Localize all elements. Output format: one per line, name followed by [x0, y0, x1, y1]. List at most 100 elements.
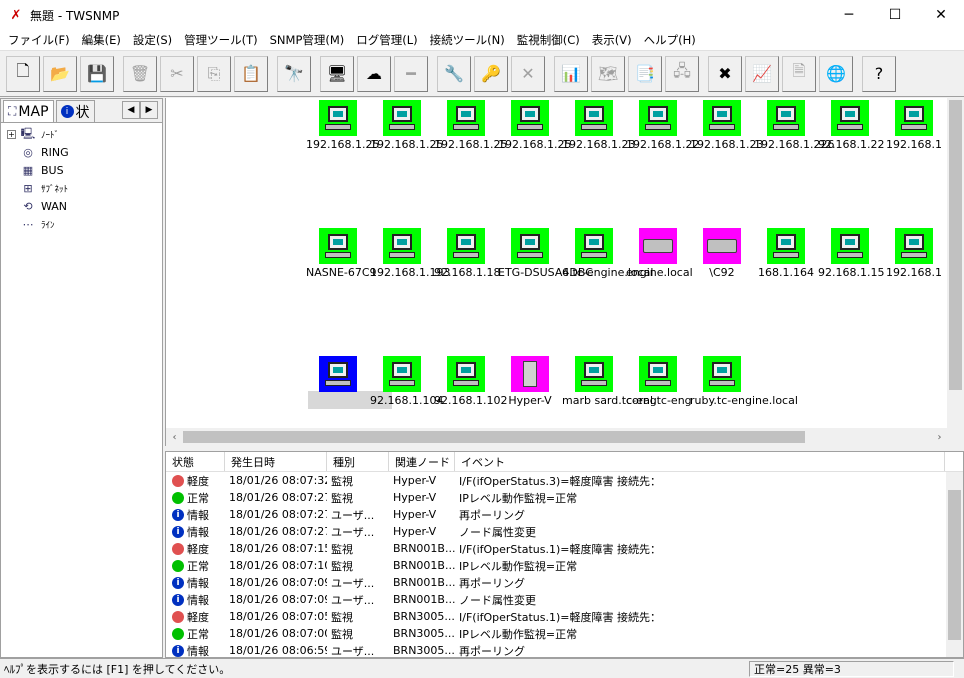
log-row[interactable]: i 情報 18/01/26 08:07:27 ユーザ... Hyper-V 再ポーリング	[166, 506, 963, 523]
toolbar-button-22[interactable]: ?	[862, 55, 896, 92]
toolbar-button-5[interactable]: ⎘	[197, 55, 231, 92]
menu-item-7[interactable]: 監視制御(C)	[511, 32, 586, 48]
tab-right-arrow-icon[interactable]: ▶	[140, 101, 158, 119]
map-node[interactable]: NASNE-67C9	[306, 228, 377, 279]
log-row[interactable]: 正常 18/01/26 08:07:10 監視 BRN001B... IPレベル動作監視…	[166, 557, 963, 574]
close-button[interactable]: ✕	[918, 0, 964, 30]
toolbar-button-13[interactable]: ✕	[511, 55, 545, 92]
toolbar-button-10[interactable]: ━	[394, 55, 428, 92]
toolbar-button-18[interactable]: ✖	[708, 55, 742, 92]
tree-item-2[interactable]: ▦ BUS	[7, 161, 162, 179]
toolbar-button-3[interactable]: 🗑	[123, 55, 157, 92]
map-node[interactable]: 92.168.1.18	[434, 228, 500, 279]
tree-item-1[interactable]: ◎ RING	[7, 143, 162, 161]
log-column-header[interactable]: 発生日時	[225, 452, 327, 471]
map-horizontal-scrollbar[interactable]: ‹ ›	[166, 428, 964, 446]
tree-item-0[interactable]: + 🖳 ﾉｰﾄﾞ	[7, 125, 162, 143]
tab-map[interactable]: ⛶ MAP	[3, 100, 54, 122]
map-horizontal-scroll-thumb[interactable]	[183, 431, 805, 443]
menu-item-9[interactable]: ヘルプ(H)	[638, 32, 702, 48]
log-row[interactable]: i 情報 18/01/26 08:06:59 ユーザ... BRN3005... 再ポーリ…	[166, 642, 963, 657]
map-node[interactable]: 192.168.1.23	[690, 100, 763, 151]
map-node[interactable]: 192.168.1.25	[370, 100, 443, 151]
tab-left-arrow-icon[interactable]: ◀	[122, 101, 140, 119]
menu-item-1[interactable]: 編集(E)	[76, 32, 127, 48]
toolbar-button-8[interactable]: 🖥	[320, 55, 354, 92]
toolbar-button-11[interactable]: 🔧	[437, 55, 471, 92]
log-row[interactable]: 軽度 18/01/26 08:07:15 監視 BRN001B... I/F(ifOpe…	[166, 540, 963, 557]
toolbar-button-7[interactable]: 🔭	[277, 55, 311, 92]
toolbar-button-19[interactable]: 📈	[745, 55, 779, 92]
map-node[interactable]: 192.168.1.226	[754, 100, 834, 151]
map-node[interactable]: 192.168.1.25	[498, 100, 571, 151]
toolbar-button-4[interactable]: ✂	[160, 55, 194, 92]
toolbar-button-0[interactable]: 🗋	[6, 55, 40, 92]
tab-status[interactable]: i 状	[55, 100, 95, 122]
toolbar-button-21[interactable]: 🌐	[819, 55, 853, 92]
log-column-header[interactable]: 状態	[166, 452, 225, 471]
menu-item-3[interactable]: 管理ツール(T)	[178, 32, 264, 48]
log-column-header[interactable]: 種別	[327, 452, 389, 471]
log-vertical-scroll-thumb[interactable]	[948, 490, 961, 640]
toolbar-button-6[interactable]: 📋	[234, 55, 268, 92]
menu-item-6[interactable]: 接続ツール(N)	[424, 32, 511, 48]
toolbar-button-16[interactable]: 📑	[628, 55, 662, 92]
tree-item-5[interactable]: ⋯ ﾗｲﾝ	[7, 215, 162, 233]
map-node[interactable]: 192.168.1.22	[626, 100, 699, 151]
toolbar-button-12[interactable]: 🔑	[474, 55, 508, 92]
map-node[interactable]: 192.168.1.23	[562, 100, 635, 151]
map-node[interactable]: 192.168.1	[882, 228, 946, 279]
log-vertical-scrollbar[interactable]	[946, 472, 963, 657]
map-node[interactable]: \C92	[690, 228, 754, 279]
toolbar-button-9[interactable]: ☁	[357, 55, 391, 92]
map-node[interactable]: Hyper-V	[498, 356, 562, 407]
log-column-header[interactable]: 関連ノード	[389, 452, 455, 471]
log-row[interactable]: i 情報 18/01/26 08:07:09 ユーザ... BRN001B... 再ポーリ…	[166, 574, 963, 591]
log-row[interactable]: 正常 18/01/26 08:07:27 監視 Hyper-V IPレベル動作監視=正常	[166, 489, 963, 506]
map-vertical-scroll-thumb[interactable]	[949, 100, 962, 390]
map-node[interactable]: 192.168.1.25	[434, 100, 507, 151]
twsnmp-logo-icon[interactable]: ✗	[8, 7, 24, 23]
map-node[interactable]: 92.168.1.22	[818, 100, 884, 151]
map-node[interactable]: 92.168.1.102	[434, 356, 507, 407]
map-node[interactable]: 6.tc-engine.local	[562, 228, 653, 279]
menu-item-4[interactable]: SNMP管理(M)	[264, 32, 351, 48]
menu-item-2[interactable]: 設定(S)	[127, 32, 178, 48]
menu-item-0[interactable]: ファイル(F)	[2, 32, 76, 48]
map-node[interactable]: marb sard.tc-eng	[562, 356, 657, 407]
toolbar-button-15[interactable]: 🗺	[591, 55, 625, 92]
map-pane[interactable]: ‹ › 192.168.1.25 192.168.1.25 192.168.1.25…	[165, 98, 964, 446]
map-node[interactable]: engine.local	[626, 228, 693, 279]
menu-item-5[interactable]: ログ管理(L)	[350, 32, 423, 48]
map-node[interactable]: coral.tc-eng	[626, 356, 692, 407]
map-node[interactable]: 192.168.1	[882, 100, 946, 151]
toolbar-button-1[interactable]: 📂	[43, 55, 77, 92]
log-row[interactable]: i 情報 18/01/26 08:07:27 ユーザ... Hyper-V ノード属性変更	[166, 523, 963, 540]
map-vertical-scrollbar[interactable]	[947, 98, 964, 428]
map-node[interactable]: 192.168.1.193	[370, 228, 450, 279]
log-row[interactable]: 正常 18/01/26 08:07:00 監視 BRN3005... IPレベル動作監視…	[166, 625, 963, 642]
toolbar-button-14[interactable]: 📊	[554, 55, 588, 92]
log-row[interactable]: 軽度 18/01/26 08:07:05 監視 BRN3005... I/F(ifOpe…	[166, 608, 963, 625]
log-row[interactable]: i 情報 18/01/26 08:07:09 ユーザ... BRN001B... ノード属…	[166, 591, 963, 608]
map-node[interactable]: 168.1.164	[754, 228, 818, 279]
toolbar-button-17[interactable]: 🖧	[665, 55, 699, 92]
map-node[interactable]	[306, 356, 370, 394]
map-node[interactable]: 92.168.1.104	[370, 356, 443, 407]
map-node[interactable]: 92.168.1.15	[818, 228, 884, 279]
log-column-header[interactable]: イベント	[455, 452, 945, 471]
toolbar-button-2[interactable]: 💾	[80, 55, 114, 92]
map-node[interactable]: 192.168.1.25	[306, 100, 379, 151]
tree-item-3[interactable]: ⊞ ｻﾌﾞﾈｯﾄ	[7, 179, 162, 197]
scroll-left-arrow-icon[interactable]: ‹	[166, 428, 183, 446]
tree-expand-icon[interactable]: +	[7, 129, 16, 139]
menu-item-8[interactable]: 表示(V)	[586, 32, 638, 48]
map-node[interactable]: ETG-DSUSA4DBC	[498, 228, 593, 279]
tree-item-4[interactable]: ⟲ WAN	[7, 197, 162, 215]
maximize-button[interactable]: ☐	[872, 0, 918, 30]
map-node[interactable]: ruby.tc-engine.local	[690, 356, 798, 407]
minimize-button[interactable]: ─	[826, 0, 872, 30]
toolbar-button-20[interactable]: 🗎	[782, 55, 816, 92]
log-row[interactable]: 軽度 18/01/26 08:07:32 監視 Hyper-V I/F(ifOperSt…	[166, 472, 963, 489]
scroll-right-arrow-icon[interactable]: ›	[931, 428, 948, 446]
